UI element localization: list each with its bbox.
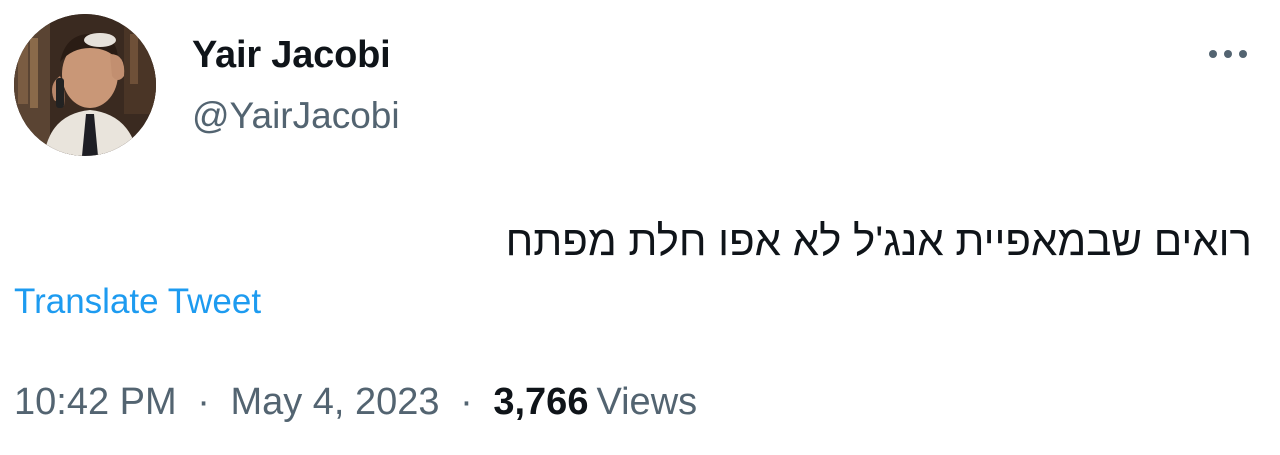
separator-dot: · — [197, 381, 210, 423]
tweet-text: רואים שבמאפיית אנג'ל לא אפו חלת מפתח — [505, 217, 1252, 264]
separator-dot: · — [460, 381, 473, 423]
author-handle[interactable]: @YairJacobi — [192, 94, 400, 138]
avatar[interactable] — [14, 14, 156, 156]
views-label: Views — [596, 381, 698, 423]
more-options-icon[interactable] — [1200, 36, 1256, 72]
more-dot — [1224, 50, 1232, 58]
tweet-date[interactable]: May 4, 2023 — [230, 381, 439, 423]
more-dot — [1239, 50, 1247, 58]
author-name[interactable]: Yair Jacobi — [192, 33, 391, 77]
views-count[interactable]: 3,766 — [493, 381, 588, 423]
avatar-photo — [14, 14, 156, 156]
more-dot — [1209, 50, 1217, 58]
translate-tweet-link[interactable]: Translate Tweet — [14, 280, 261, 324]
tweet-metadata: 10:42 PM · May 4, 2023 · 3,766 Views — [14, 378, 697, 426]
tweet-time[interactable]: 10:42 PM — [14, 381, 177, 423]
